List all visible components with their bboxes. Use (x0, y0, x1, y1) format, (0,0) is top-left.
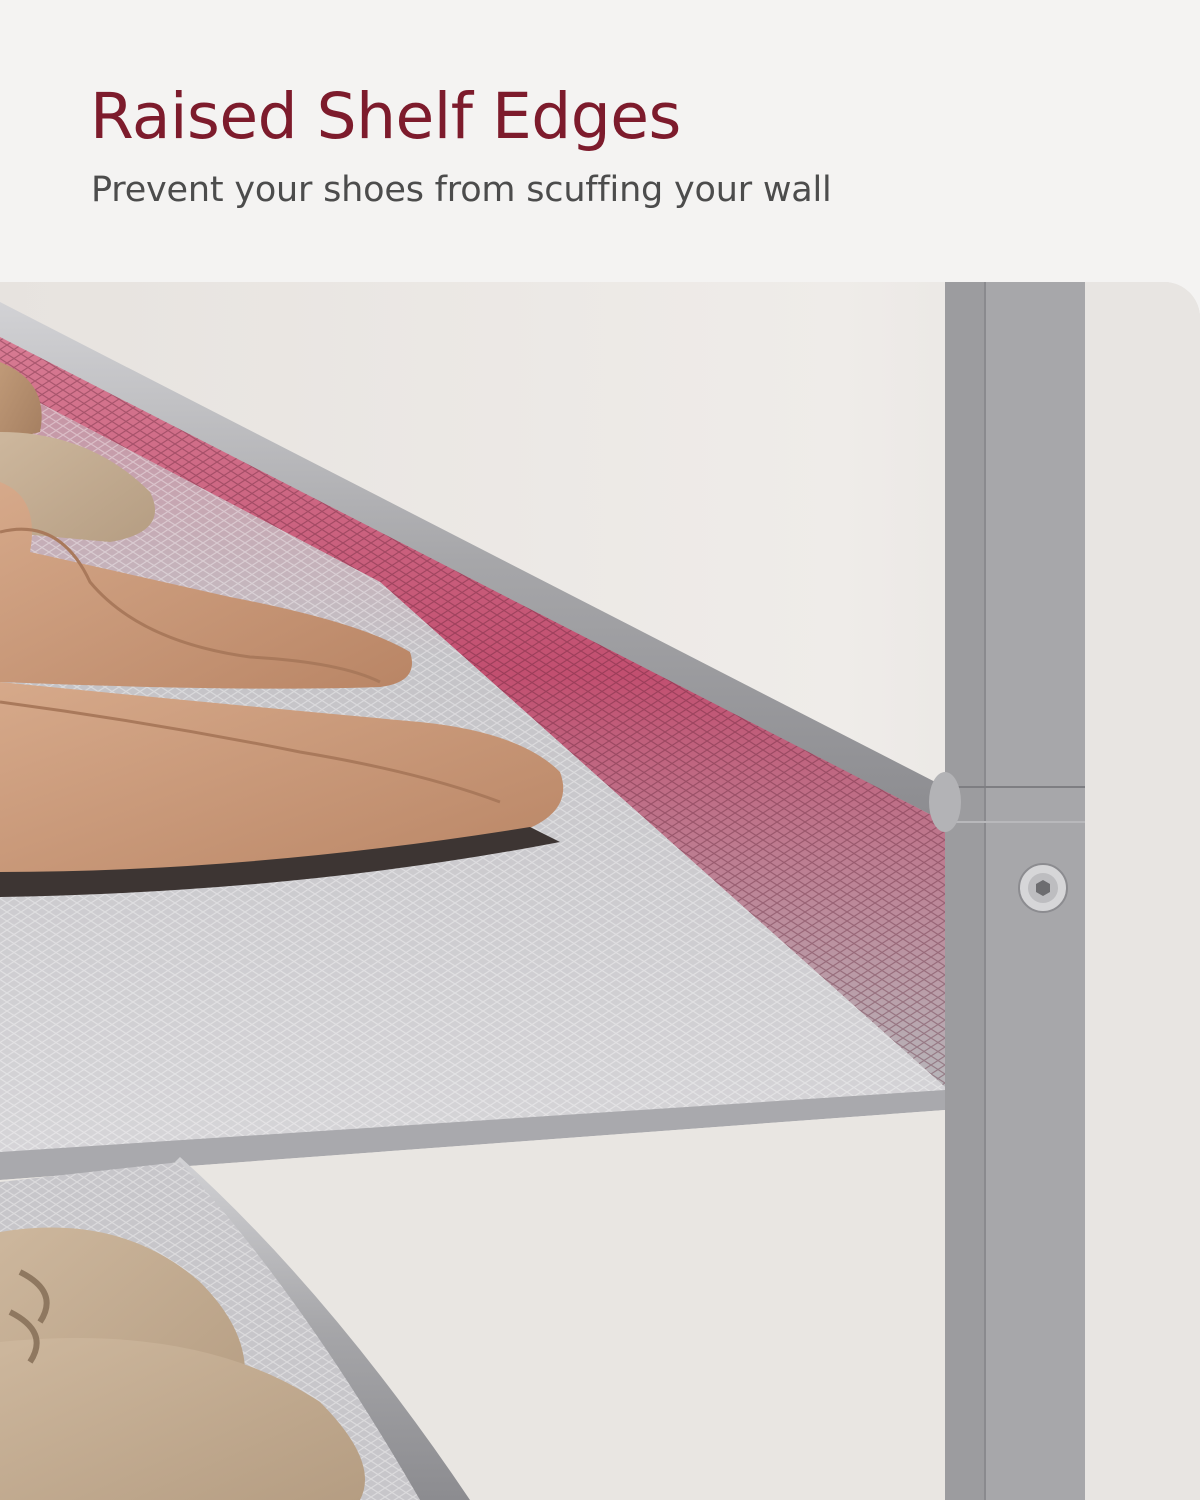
feature-title: Raised Shelf Edges (90, 80, 681, 153)
shoe-rack-photo (0, 282, 1200, 1500)
feature-header: Raised Shelf Edges Prevent your shoes fr… (0, 0, 1200, 282)
feature-subtitle: Prevent your shoes from scuffing your wa… (91, 170, 832, 210)
screw-bolt (1018, 863, 1068, 913)
product-feature-page: Raised Shelf Edges Prevent your shoes fr… (0, 0, 1200, 1500)
shoe-rack-illustration (0, 282, 1200, 1500)
